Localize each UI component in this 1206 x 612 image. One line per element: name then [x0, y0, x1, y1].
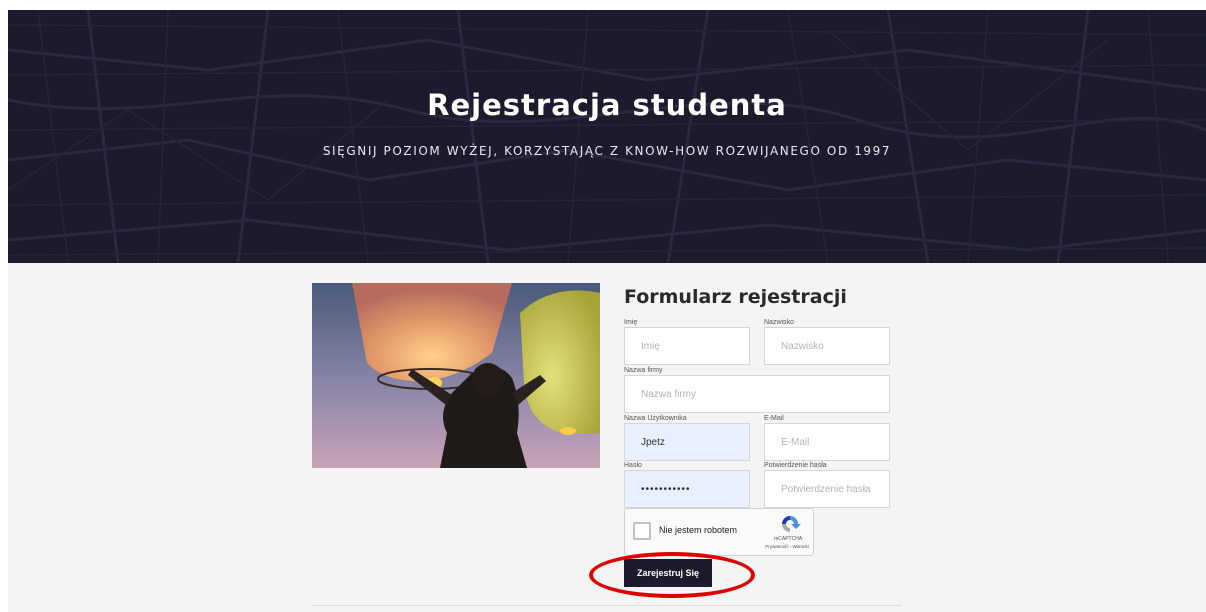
- recaptcha-brand: reCAPTCHA: [773, 536, 803, 542]
- username-label: Nazwa Użytkownika: [624, 415, 687, 422]
- hero-banner: Rejestracja studenta SIĘGNIJ POZIOM WYŻE…: [8, 10, 1206, 263]
- company-label: Nazwa firmy: [624, 367, 663, 374]
- last-name-label: Nazwisko: [764, 319, 794, 326]
- lanterns-photo: [312, 283, 600, 468]
- city-map-background: [8, 10, 1206, 263]
- email-label: E-Mail: [764, 415, 784, 422]
- first-name-label: Imię: [624, 319, 638, 326]
- registration-section: Formularz rejestracji Imię Imię Nazwisko…: [8, 263, 1206, 612]
- page-title: Rejestracja studenta: [427, 88, 787, 122]
- email-field[interactable]: E-Mail: [764, 423, 890, 461]
- recaptcha-logo-icon: [782, 516, 801, 532]
- recaptcha-label: Nie jestem robotem: [659, 525, 738, 535]
- recaptcha-privacy-terms[interactable]: Prywatność - Warunki: [759, 544, 815, 549]
- register-submit-button[interactable]: Zarejestruj Się: [624, 559, 712, 587]
- first-name-field[interactable]: Imię: [624, 327, 750, 365]
- last-name-field[interactable]: Nazwisko: [764, 327, 890, 365]
- form-title: Formularz rejestracji: [624, 286, 847, 308]
- company-field[interactable]: Nazwa firmy: [624, 375, 890, 413]
- divider: [312, 605, 902, 606]
- password-label: Hasło: [624, 462, 642, 469]
- password-confirm-field[interactable]: Potwierdzenie hasła: [764, 470, 890, 508]
- recaptcha-widget: Nie jestem robotem reCAPTCHA Prywatność …: [624, 508, 814, 556]
- password-field[interactable]: •••••••••••: [624, 470, 750, 508]
- recaptcha-checkbox[interactable]: [633, 522, 651, 540]
- username-field[interactable]: Jpetz: [624, 423, 750, 461]
- page-subtitle: SIĘGNIJ POZIOM WYŻEJ, KORZYSTAJĄC Z KNOW…: [322, 144, 892, 158]
- password-confirm-label: Potwierdzenie hasła: [764, 462, 827, 469]
